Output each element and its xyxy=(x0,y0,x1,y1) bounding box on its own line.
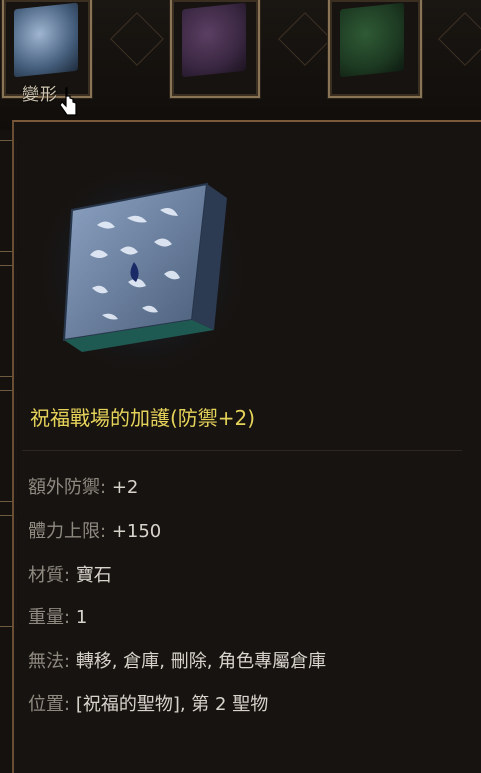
tooltip-divider xyxy=(22,450,462,451)
item-title: 祝福戰場的加護(防禦+2) xyxy=(30,406,256,430)
attribute-key: 額外防禦: xyxy=(28,477,107,498)
attribute-key: 無法: xyxy=(28,651,71,672)
purple-crest-gem-icon xyxy=(182,2,246,78)
attribute-key: 重量: xyxy=(28,607,71,628)
blessed-battlefield-tablet-icon xyxy=(42,170,242,370)
attribute-key: 體力上限: xyxy=(28,521,107,542)
slot-ornament xyxy=(278,12,332,66)
slot-ornament xyxy=(110,12,164,66)
inventory-slot-3[interactable] xyxy=(328,0,422,98)
blue-crest-gem-icon xyxy=(14,2,78,78)
attribute-key: 材質: xyxy=(28,565,71,586)
inventory-slot-2[interactable] xyxy=(170,0,260,98)
mouse-cursor-icon xyxy=(60,87,77,116)
attribute-value: 寶石 xyxy=(75,565,112,586)
attribute-value: 1 xyxy=(75,607,88,628)
slot-ornament xyxy=(438,12,481,66)
attribute-value: +2 xyxy=(111,477,139,498)
green-crest-gem-icon xyxy=(340,2,404,78)
attribute-value: +150 xyxy=(111,521,162,542)
attribute-row-material: 材質: 寶石 xyxy=(28,561,112,587)
attribute-row-weight: 重量: 1 xyxy=(28,603,87,629)
attribute-value: [祝福的聖物], 第 2 聖物 xyxy=(75,694,269,715)
slot-label: 變形 xyxy=(22,85,58,105)
attribute-row-max-hp: 體力上限: +150 xyxy=(28,517,161,543)
attribute-row-restrictions: 無法: 轉移, 倉庫, 刪除, 角色專屬倉庫 xyxy=(28,647,326,673)
attribute-value: 轉移, 倉庫, 刪除, 角色專屬倉庫 xyxy=(75,651,327,672)
attribute-row-extra-defense: 額外防禦: +2 xyxy=(28,473,138,499)
attribute-row-location: 位置: [祝福的聖物], 第 2 聖物 xyxy=(28,690,268,716)
attribute-key: 位置: xyxy=(28,694,71,715)
